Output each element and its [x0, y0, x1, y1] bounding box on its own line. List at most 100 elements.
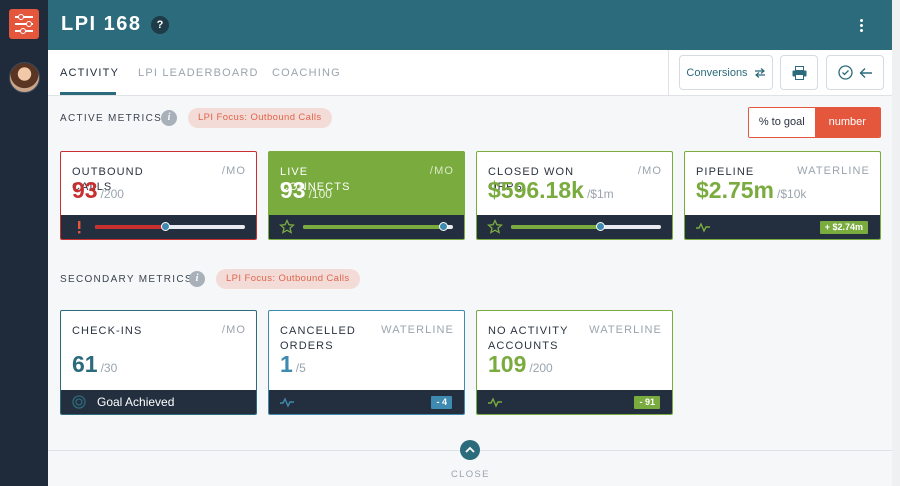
metric-footer: - 91	[477, 390, 672, 414]
progress-track	[95, 222, 245, 231]
print-icon	[792, 65, 806, 80]
progress-fill	[95, 225, 165, 229]
metric-value-row: 1/5	[280, 351, 306, 378]
metric-value: 1	[280, 351, 293, 377]
metric-period: /MO	[221, 324, 246, 336]
metric-value-row: $2.75m/$10k	[696, 177, 806, 204]
info-icon[interactable]: i	[189, 271, 205, 287]
progress-track	[511, 222, 661, 231]
pulse-icon	[280, 397, 294, 408]
conversions-button[interactable]: Conversions	[679, 55, 773, 90]
metric-period: /MO	[637, 165, 662, 177]
arrow-left-icon	[859, 67, 872, 78]
metric-goal: /100	[308, 187, 332, 201]
metric-footer	[61, 215, 256, 239]
user-avatar[interactable]	[9, 62, 40, 93]
metric-card-cancelled-orders[interactable]: CANCELLED ORDERS WATERLINE 1/5 - 4	[268, 310, 465, 415]
metric-period: WATERLINE	[589, 324, 662, 336]
filter-menu-icon[interactable]	[9, 9, 39, 39]
metric-value: $596.18k	[488, 177, 584, 203]
metric-footer: + $2.74m	[685, 215, 880, 239]
metric-footer	[269, 215, 464, 239]
metric-period: /MO	[221, 165, 246, 177]
star-icon	[279, 219, 295, 234]
waterline-badge: - 91	[634, 396, 660, 409]
goal-achieved-text: Goal Achieved	[97, 395, 175, 409]
metric-goal: /5	[295, 361, 306, 375]
metric-name: CANCELLED ORDERS	[280, 325, 356, 352]
close-label[interactable]: CLOSE	[451, 469, 490, 480]
metric-card-check-ins[interactable]: CHECK-INS /MO 61/30 Goal Achieved	[60, 310, 257, 415]
swap-arrows-icon	[754, 67, 765, 78]
star-icon	[487, 219, 503, 234]
toolbar-divider	[668, 50, 669, 96]
progress-knob[interactable]	[160, 222, 170, 231]
help-icon[interactable]: ?	[151, 16, 169, 34]
metric-footer: Goal Achieved	[61, 390, 256, 414]
page-title: LPI 168	[61, 13, 142, 35]
focus-pill: LPI Focus: Outbound Calls	[216, 269, 360, 289]
alert-icon	[78, 221, 81, 234]
metric-footer: - 4	[269, 390, 464, 414]
metrics-panel: ACTIVE METRICS i LPI Focus: Outbound Cal…	[48, 96, 892, 486]
metric-goal: /200	[100, 187, 124, 201]
metric-value: $2.75m	[696, 177, 775, 203]
tab-coaching[interactable]: COACHING	[272, 67, 341, 79]
metric-goal: /30	[100, 361, 118, 375]
focus-pill: LPI Focus: Outbound Calls	[188, 108, 332, 128]
print-button[interactable]	[780, 55, 818, 90]
metric-value-row: 93/100	[280, 177, 332, 204]
conversions-label: Conversions	[686, 66, 748, 79]
tab-activity[interactable]: ACTIVITY	[60, 67, 119, 79]
metric-goal: /200	[529, 361, 553, 375]
secondary-metrics-label: SECONDARY METRICS	[60, 274, 193, 285]
progress-fill	[303, 225, 443, 229]
check-back-button[interactable]	[826, 55, 884, 90]
metric-value-row: 109/200	[488, 351, 553, 378]
pulse-icon	[488, 397, 502, 408]
display-mode-toggle[interactable]: % to goal number	[748, 107, 881, 138]
waterline-badge: - 4	[431, 396, 452, 409]
metric-value-row: 93/200	[72, 177, 124, 204]
scrollbar-gutter	[892, 0, 900, 486]
close-button[interactable]	[460, 440, 480, 460]
metric-name: NO ACTIVITY ACCOUNTS	[488, 325, 569, 352]
metric-period: WATERLINE	[797, 165, 870, 177]
metric-name: CHECK-INS	[72, 325, 143, 337]
chevron-up-icon	[465, 446, 475, 453]
target-icon	[72, 395, 86, 409]
metric-card-pipeline[interactable]: PIPELINE WATERLINE $2.75m/$10k + $2.74m	[684, 151, 881, 240]
metric-value: 93	[72, 177, 98, 203]
metric-card-live-connects[interactable]: LIVE CONNECTS /MO 93/100	[268, 151, 465, 240]
number-option[interactable]: number	[814, 108, 880, 137]
metric-card-closed-won-opps[interactable]: CLOSED WON OPPS /MO $596.18k/$1m	[476, 151, 673, 240]
progress-knob[interactable]	[438, 222, 448, 231]
metric-period: WATERLINE	[381, 324, 454, 336]
active-tab-indicator	[60, 92, 116, 95]
more-options-icon[interactable]	[860, 19, 864, 32]
metric-value: 61	[72, 351, 98, 377]
metric-goal: /$10k	[777, 187, 807, 201]
metric-footer	[477, 215, 672, 239]
progress-track	[303, 222, 453, 231]
metric-card-outbound-calls[interactable]: OUTBOUND CALLS /MO 93/200	[60, 151, 257, 240]
metric-value: 109	[488, 351, 527, 377]
percent-to-goal-option[interactable]: % to goal	[749, 108, 815, 137]
waterline-badge: + $2.74m	[819, 221, 868, 234]
metric-goal: /$1m	[586, 187, 614, 201]
header-bar: LPI 168 ?	[48, 0, 892, 50]
tab-bar: ACTIVITY LPI LEADERBOARD COACHING Conver…	[48, 50, 892, 96]
progress-fill	[511, 225, 601, 229]
metric-value-row: 61/30	[72, 351, 117, 378]
metric-period: /MO	[429, 165, 454, 177]
info-icon[interactable]: i	[161, 110, 177, 126]
metric-value: 93	[280, 177, 306, 203]
progress-knob[interactable]	[596, 222, 606, 231]
metric-card-no-activity-accounts[interactable]: NO ACTIVITY ACCOUNTS WATERLINE 109/200 -…	[476, 310, 673, 415]
sidebar	[0, 0, 48, 486]
tab-lpi-leaderboard[interactable]: LPI LEADERBOARD	[138, 67, 259, 79]
active-metrics-label: ACTIVE METRICS	[60, 113, 163, 124]
pulse-icon	[696, 222, 710, 233]
metric-value-row: $596.18k/$1m	[488, 177, 614, 204]
check-circle-icon	[837, 65, 853, 80]
